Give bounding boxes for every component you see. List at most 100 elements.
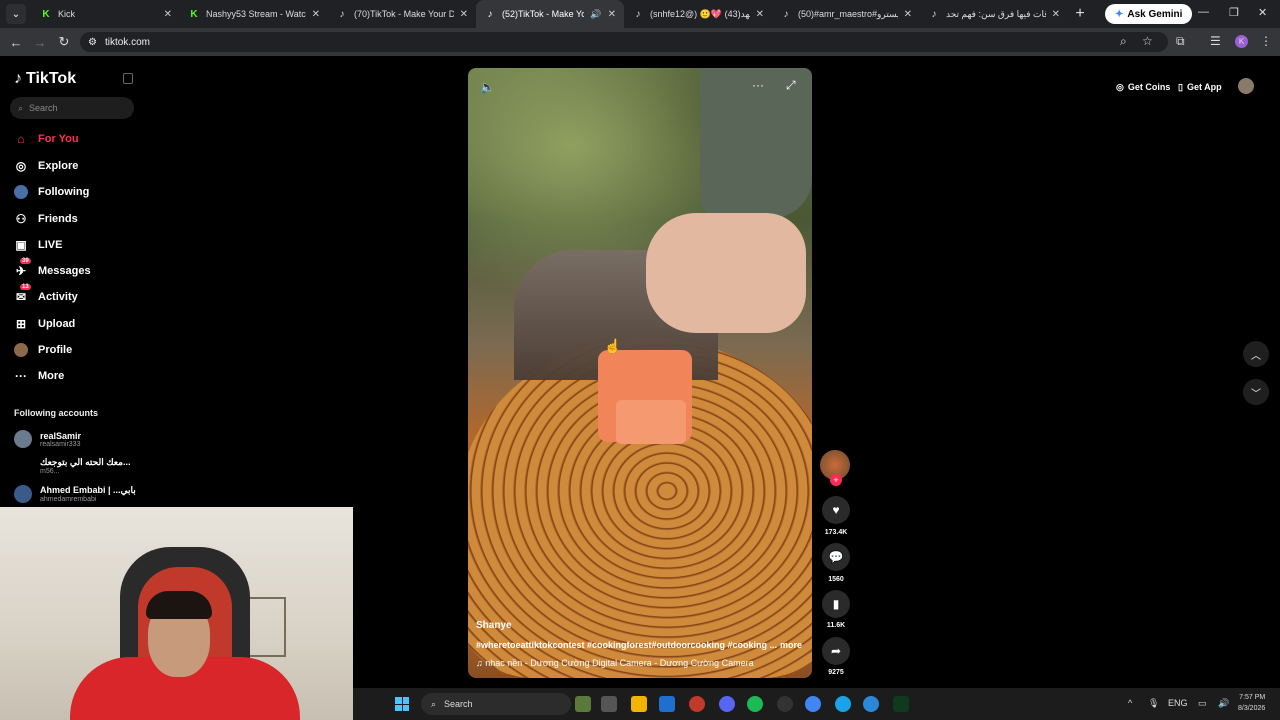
browser-tab-6[interactable]: ♪(50)#amr_maestro#مايسترو✕	[772, 0, 920, 28]
close-tab-icon[interactable]: ✕	[164, 9, 172, 20]
volume-tray-icon[interactable]: 🔊	[1218, 698, 1229, 709]
close-tab-icon[interactable]: ✕	[460, 9, 468, 20]
live-icon: ▣	[15, 238, 27, 252]
app-icon[interactable]	[689, 696, 705, 712]
tiktok-icon: ♪	[783, 8, 789, 20]
microphone-icon[interactable]: 🎙	[1148, 698, 1159, 709]
tiktok-logo[interactable]: ♪ TikTok	[14, 70, 76, 88]
browser-tab-2[interactable]: KNashyy53 Stream - Watch L✕	[180, 0, 328, 28]
ask-gemini-button[interactable]: ✦ Ask Gemini	[1105, 4, 1193, 24]
user-avatar[interactable]	[1238, 78, 1254, 94]
volume-icon[interactable]: 🔈	[480, 80, 495, 94]
reload-button[interactable]: ↻	[52, 34, 76, 50]
edge-dev-icon[interactable]	[863, 696, 879, 712]
address-bar[interactable]: ⚙ tiktok.com	[80, 32, 1168, 52]
language-indicator[interactable]: ENG	[1168, 698, 1188, 708]
comment-button[interactable]: 💬	[822, 543, 850, 571]
discord-icon[interactable]	[719, 696, 735, 712]
search-input[interactable]: ⌕ Search	[10, 97, 134, 119]
phone-icon: ▯	[1178, 81, 1183, 92]
fullscreen-icon[interactable]: ⤢	[786, 78, 796, 93]
tiktok-icon: ♪	[931, 8, 937, 20]
network-icon[interactable]: ▭	[1198, 698, 1207, 709]
home-icon: ⌂	[17, 132, 25, 146]
spotify-icon[interactable]	[747, 696, 763, 712]
minimize-window-button[interactable]: —	[1198, 6, 1209, 18]
nav-activity[interactable]: ✉ 13 Activity	[14, 284, 78, 304]
close-tab-icon[interactable]: ✕	[904, 9, 912, 20]
back-button[interactable]: ←	[4, 35, 28, 50]
store-icon[interactable]	[659, 696, 675, 712]
nav-more[interactable]: ··· More	[14, 369, 64, 383]
close-tab-icon[interactable]: ✕	[312, 9, 320, 20]
app-icon-green[interactable]	[893, 696, 909, 712]
nav-messages[interactable]: ✈ 39 Messages	[14, 258, 91, 278]
next-video-button[interactable]: ﹀	[1243, 379, 1269, 405]
forward-button[interactable]: →	[28, 35, 52, 50]
video-author[interactable]: Shanye	[476, 620, 512, 631]
nav-live[interactable]: ▣ LIVE	[14, 238, 62, 252]
comment-icon: 💬	[828, 550, 844, 564]
collapse-sidebar-icon[interactable]	[123, 73, 133, 84]
taskbar-clock[interactable]: 7:57 PM 8/3/2026	[1238, 692, 1265, 714]
close-tab-icon[interactable]: ✕	[756, 9, 764, 20]
activity-badge: 13	[20, 284, 31, 290]
tiktok-icon: ♪	[339, 8, 345, 20]
browser-menu-icon[interactable]: ⋮	[1260, 34, 1272, 48]
reading-list-icon[interactable]: ☰	[1210, 34, 1221, 48]
nav-profile[interactable]: Profile	[14, 343, 72, 357]
edge-icon[interactable]	[835, 696, 851, 712]
tab-search-menu[interactable]: ⌄	[6, 4, 26, 24]
video-player[interactable]: 🔈 ··· ⤢ Shanye #wheretoeattiktokcontest …	[468, 68, 812, 678]
get-coins-button[interactable]: ◎ Get Coins	[1116, 80, 1170, 94]
follow-plus-icon[interactable]: +	[830, 474, 842, 486]
comment-count: 1560	[828, 576, 844, 583]
previous-video-button[interactable]: ︿	[1243, 341, 1269, 367]
browser-tab-7[interactable]: ♪علاقات فيها فرق سن: فهم تحد✕	[920, 0, 1068, 28]
bookmark-icon: ▮	[832, 597, 840, 611]
obs-icon[interactable]	[777, 696, 793, 712]
close-window-button[interactable]: ✕	[1258, 6, 1267, 19]
browser-tab-bar: ⌄ KKick✕ KNashyy53 Stream - Watch L✕ ♪(7…	[0, 0, 1280, 28]
windows-start-icon[interactable]	[395, 697, 409, 711]
close-tab-icon[interactable]: ✕	[1052, 9, 1060, 20]
browser-tab-5[interactable]: ♪(snhfe12@) 🙂💖 شهد(43)✕	[624, 0, 772, 28]
more-options-icon[interactable]: ···	[752, 78, 764, 92]
profile-avatar[interactable]: K	[1235, 35, 1248, 48]
browser-tab-1[interactable]: K Kick ✕	[32, 0, 180, 28]
nav-following[interactable]: Following	[14, 185, 89, 199]
get-app-button[interactable]: ▯ Get App	[1178, 80, 1222, 94]
video-music[interactable]: ♫ nhạc nền - Dương Cường Digital Camera …	[476, 658, 754, 668]
following-account-item[interactable]: Ahmed Embabi | ...بابي ahmedamrembabi	[14, 485, 136, 503]
restore-window-button[interactable]: ❐	[1229, 6, 1239, 19]
taskbar-search[interactable]: ⌕ Search	[421, 693, 571, 715]
video-caption[interactable]: #wheretoeattiktokcontest #cookingforest#…	[476, 640, 777, 650]
save-button[interactable]: ▮	[822, 590, 850, 618]
tray-chevron-icon[interactable]: ^	[1128, 698, 1132, 708]
nav-upload[interactable]: ⊞ Upload	[14, 317, 75, 331]
chrome-icon[interactable]	[805, 696, 821, 712]
nav-explore[interactable]: ◎ Explore	[14, 159, 79, 173]
like-button[interactable]: ♥	[822, 496, 850, 524]
new-tab-button[interactable]: +	[1068, 5, 1092, 23]
site-info-icon[interactable]: ⚙	[88, 37, 97, 48]
windows-taskbar: ⌕ Search ^ 🎙 ENG ▭ 🔊 7:57 PM 8/3/2026	[353, 688, 1280, 720]
share-button[interactable]: ➦	[822, 637, 850, 665]
browser-tab-4-active[interactable]: ♪(52)TikTok - Make Your🔊✕	[476, 0, 624, 28]
taskbar-app-icon[interactable]	[575, 696, 591, 712]
browser-tab-3[interactable]: ♪(70)TikTok - Make Your Day✕	[328, 0, 476, 28]
zoom-icon[interactable]: ⌕	[1120, 34, 1127, 49]
bookmark-star-icon[interactable]: ☆	[1142, 34, 1153, 48]
nav-friends[interactable]: ⚇ Friends	[14, 212, 78, 226]
close-tab-icon[interactable]: ✕	[608, 9, 616, 20]
nav-for-you[interactable]: ⌂ For You	[14, 132, 78, 146]
task-view-icon[interactable]	[601, 696, 617, 712]
file-explorer-icon[interactable]	[631, 696, 647, 712]
following-account-item[interactable]: realSamir realsamir333	[14, 430, 81, 448]
browser-toolbar: ← → ↻ ⚙ tiktok.com ⌕ ☆ ⧉ ☰ K ⋮	[0, 28, 1280, 56]
caption-more-link[interactable]: more	[780, 640, 802, 650]
speaker-icon[interactable]: 🔊	[590, 9, 601, 20]
tiktok-icon: ♪	[487, 8, 493, 20]
following-account-item[interactable]: معك الحته الي بتوجعك... m56...	[40, 457, 130, 475]
extensions-icon[interactable]: ⧉	[1176, 34, 1185, 49]
